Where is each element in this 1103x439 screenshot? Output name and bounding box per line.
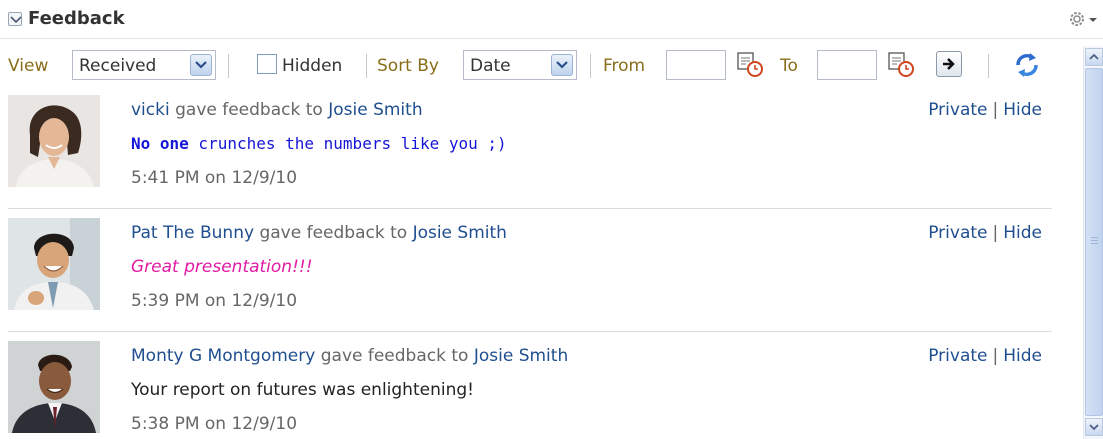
feedback-message: Your report on futures was enlightening! xyxy=(131,380,474,400)
gave-feedback-text: gave feedback to xyxy=(169,100,329,120)
private-link[interactable]: Private xyxy=(928,100,987,120)
action-separator: | xyxy=(992,346,999,366)
toolbar-divider xyxy=(988,54,989,78)
scroll-up-button[interactable] xyxy=(1085,48,1103,66)
feedback-list: vicki gave feedback to Josie Smith No on… xyxy=(0,86,1080,439)
giver-link[interactable]: vicki xyxy=(131,100,170,120)
private-link[interactable]: Private xyxy=(928,346,987,366)
feedback-message-bold: No one xyxy=(131,134,189,153)
avatar xyxy=(8,341,100,433)
dropdown-arrow-icon[interactable] xyxy=(551,54,573,76)
toolbar-divider xyxy=(366,54,367,78)
gear-icon[interactable] xyxy=(1067,9,1101,29)
giver-link[interactable]: Pat The Bunny xyxy=(131,223,254,243)
sort-by-label: Sort By xyxy=(377,56,439,76)
view-select-value: Received xyxy=(79,56,157,76)
feedback-toolbar: View Received Hidden Sort By Date From T… xyxy=(0,46,1080,86)
from-label: From xyxy=(603,56,646,76)
view-select[interactable]: Received xyxy=(72,50,216,80)
hidden-checkbox[interactable] xyxy=(257,54,277,74)
feedback-actions: Private | Hide xyxy=(928,100,1042,120)
feedback-actions: Private | Hide xyxy=(928,223,1042,243)
feedback-item: Monty G Montgomery gave feedback to Josi… xyxy=(0,332,1080,439)
feedback-message: No one crunches the numbers like you ;) xyxy=(131,134,507,153)
feedback-message: Great presentation!!! xyxy=(131,257,313,277)
feedback-panel: Feedback View Received Hidden Sort By Da… xyxy=(0,0,1103,439)
feedback-timestamp: 5:38 PM on 12/9/10 xyxy=(131,414,298,434)
feedback-header: Monty G Montgomery gave feedback to Josi… xyxy=(131,346,568,366)
calendar-icon[interactable] xyxy=(887,50,915,78)
recipient-link[interactable]: Josie Smith xyxy=(328,100,422,120)
gave-feedback-text: gave feedback to xyxy=(315,346,474,366)
feedback-message-text: crunches the numbers like you ;) xyxy=(188,134,507,153)
arrow-right-icon xyxy=(943,58,955,70)
sort-select[interactable]: Date xyxy=(463,50,577,80)
panel-header: Feedback xyxy=(0,0,1103,39)
feedback-timestamp: 5:39 PM on 12/9/10 xyxy=(131,291,298,311)
recipient-link[interactable]: Josie Smith xyxy=(474,346,568,366)
feedback-item: Pat The Bunny gave feedback to Josie Smi… xyxy=(0,209,1080,332)
dropdown-arrow-icon[interactable] xyxy=(190,54,212,76)
avatar xyxy=(8,218,100,310)
hide-link[interactable]: Hide xyxy=(1003,346,1042,366)
calendar-icon[interactable] xyxy=(736,50,764,78)
go-button[interactable] xyxy=(936,51,962,77)
hide-link[interactable]: Hide xyxy=(1003,223,1042,243)
hide-link[interactable]: Hide xyxy=(1003,100,1042,120)
to-date-input[interactable] xyxy=(817,50,877,80)
sort-select-value: Date xyxy=(470,56,511,76)
view-label: View xyxy=(8,56,49,76)
grip-icon xyxy=(1091,237,1098,238)
feedback-header: Pat The Bunny gave feedback to Josie Smi… xyxy=(131,223,507,243)
chevron-down-icon xyxy=(1089,424,1099,431)
hidden-label: Hidden xyxy=(282,56,343,76)
recipient-link[interactable]: Josie Smith xyxy=(413,223,507,243)
gave-feedback-text: gave feedback to xyxy=(254,223,413,243)
scroll-down-button[interactable] xyxy=(1085,418,1103,436)
avatar xyxy=(8,95,100,187)
chevron-up-icon xyxy=(1089,53,1099,60)
toolbar-divider xyxy=(228,54,229,78)
toolbar-divider xyxy=(590,54,591,78)
action-separator: | xyxy=(992,223,999,243)
feedback-timestamp: 5:41 PM on 12/9/10 xyxy=(131,168,298,188)
giver-link[interactable]: Monty G Montgomery xyxy=(131,346,315,366)
panel-title: Feedback xyxy=(28,8,125,29)
chevron-down-icon[interactable] xyxy=(8,12,22,26)
to-label: To xyxy=(780,56,798,76)
scrollbar-thumb[interactable] xyxy=(1085,68,1103,416)
refresh-icon[interactable] xyxy=(1012,50,1042,80)
private-link[interactable]: Private xyxy=(928,223,987,243)
from-date-input[interactable] xyxy=(666,50,726,80)
vertical-scrollbar[interactable] xyxy=(1083,46,1103,439)
feedback-item: vicki gave feedback to Josie Smith No on… xyxy=(0,86,1080,209)
action-separator: | xyxy=(992,100,999,120)
feedback-header: vicki gave feedback to Josie Smith xyxy=(131,100,423,120)
feedback-actions: Private | Hide xyxy=(928,346,1042,366)
